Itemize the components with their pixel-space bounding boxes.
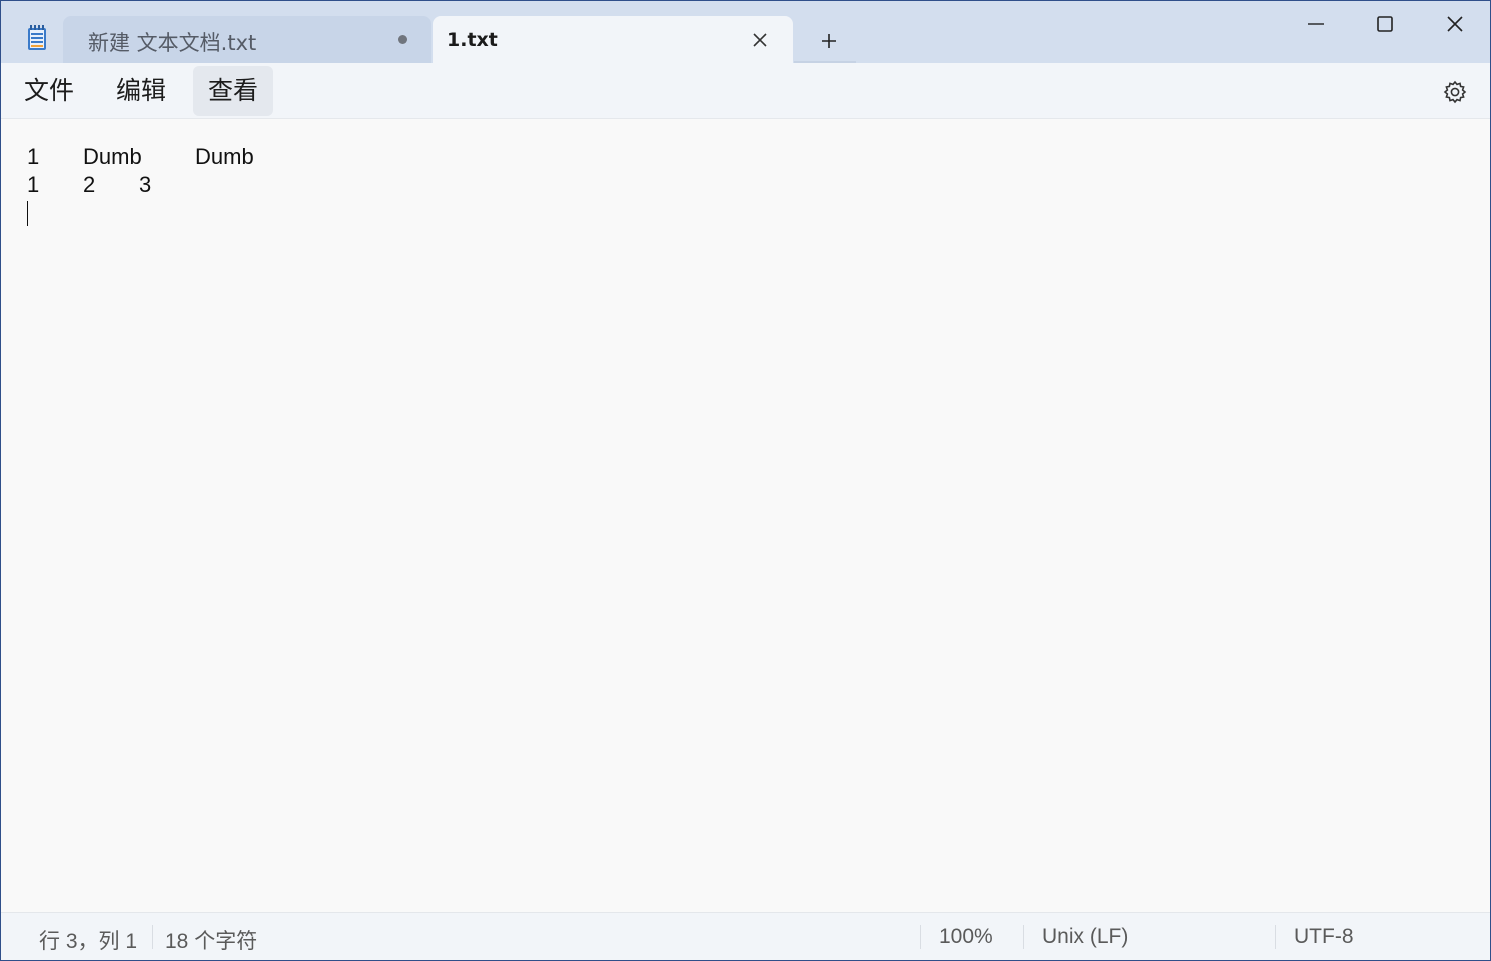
title-bar[interactable]: 新建 文本文档.txt 1.txt: [1, 1, 1490, 63]
tab-new-text-document[interactable]: 新建 文本文档.txt: [63, 16, 431, 63]
menu-view[interactable]: 查看: [193, 66, 273, 116]
menu-bar: 文件 编辑 查看: [1, 63, 1490, 119]
text-cell: 3: [139, 172, 152, 197]
status-divider: [1023, 925, 1024, 949]
new-tab-button[interactable]: [815, 27, 843, 55]
maximize-icon: [1377, 16, 1393, 32]
tab-1-txt[interactable]: 1.txt: [433, 16, 793, 63]
editor-line: 1 2 3: [27, 172, 151, 200]
status-divider: [1275, 925, 1276, 949]
minimize-button[interactable]: [1281, 1, 1351, 45]
menu-file[interactable]: 文件: [9, 66, 89, 116]
tab-title: 1.txt: [447, 29, 498, 51]
notepad-app-icon: [26, 25, 48, 51]
close-icon: [1447, 16, 1463, 32]
unsaved-dot-icon: [398, 35, 407, 44]
text-cell: Dumb: [195, 144, 254, 169]
menu-edit[interactable]: 编辑: [101, 66, 181, 116]
status-divider: [152, 925, 153, 949]
minimize-icon: [1308, 23, 1324, 25]
gear-icon: [1443, 80, 1467, 104]
zoom-level[interactable]: 100%: [939, 925, 993, 949]
text-cell: 2: [83, 172, 96, 197]
editor-line: 1 Dumb Dumb: [27, 144, 254, 172]
settings-button[interactable]: [1438, 75, 1472, 109]
character-count: 18 个字符: [165, 930, 258, 953]
text-editor[interactable]: 1 Dumb Dumb 1 2 3: [1, 119, 1490, 912]
text-caret: [27, 201, 28, 226]
text-cell: 1: [27, 172, 40, 197]
close-window-button[interactable]: [1420, 1, 1490, 45]
line-ending[interactable]: Unix (LF): [1042, 925, 1128, 949]
text-cell: Dumb: [83, 144, 142, 169]
encoding[interactable]: UTF-8: [1294, 925, 1354, 949]
status-divider: [920, 925, 921, 949]
text-cell: 1: [27, 144, 40, 169]
close-tab-icon[interactable]: [747, 27, 773, 53]
cursor-position: 行 3，列 1: [39, 930, 138, 953]
maximize-button[interactable]: [1350, 1, 1420, 45]
tab-title: 新建 文本文档.txt: [88, 31, 257, 55]
status-bar: 行 3，列 1 18 个字符 100% Unix (LF) UTF-8: [1, 912, 1490, 960]
notepad-window: 新建 文本文档.txt 1.txt 文件 编辑 查看 1 Dumb Dumb 1…: [0, 0, 1491, 961]
